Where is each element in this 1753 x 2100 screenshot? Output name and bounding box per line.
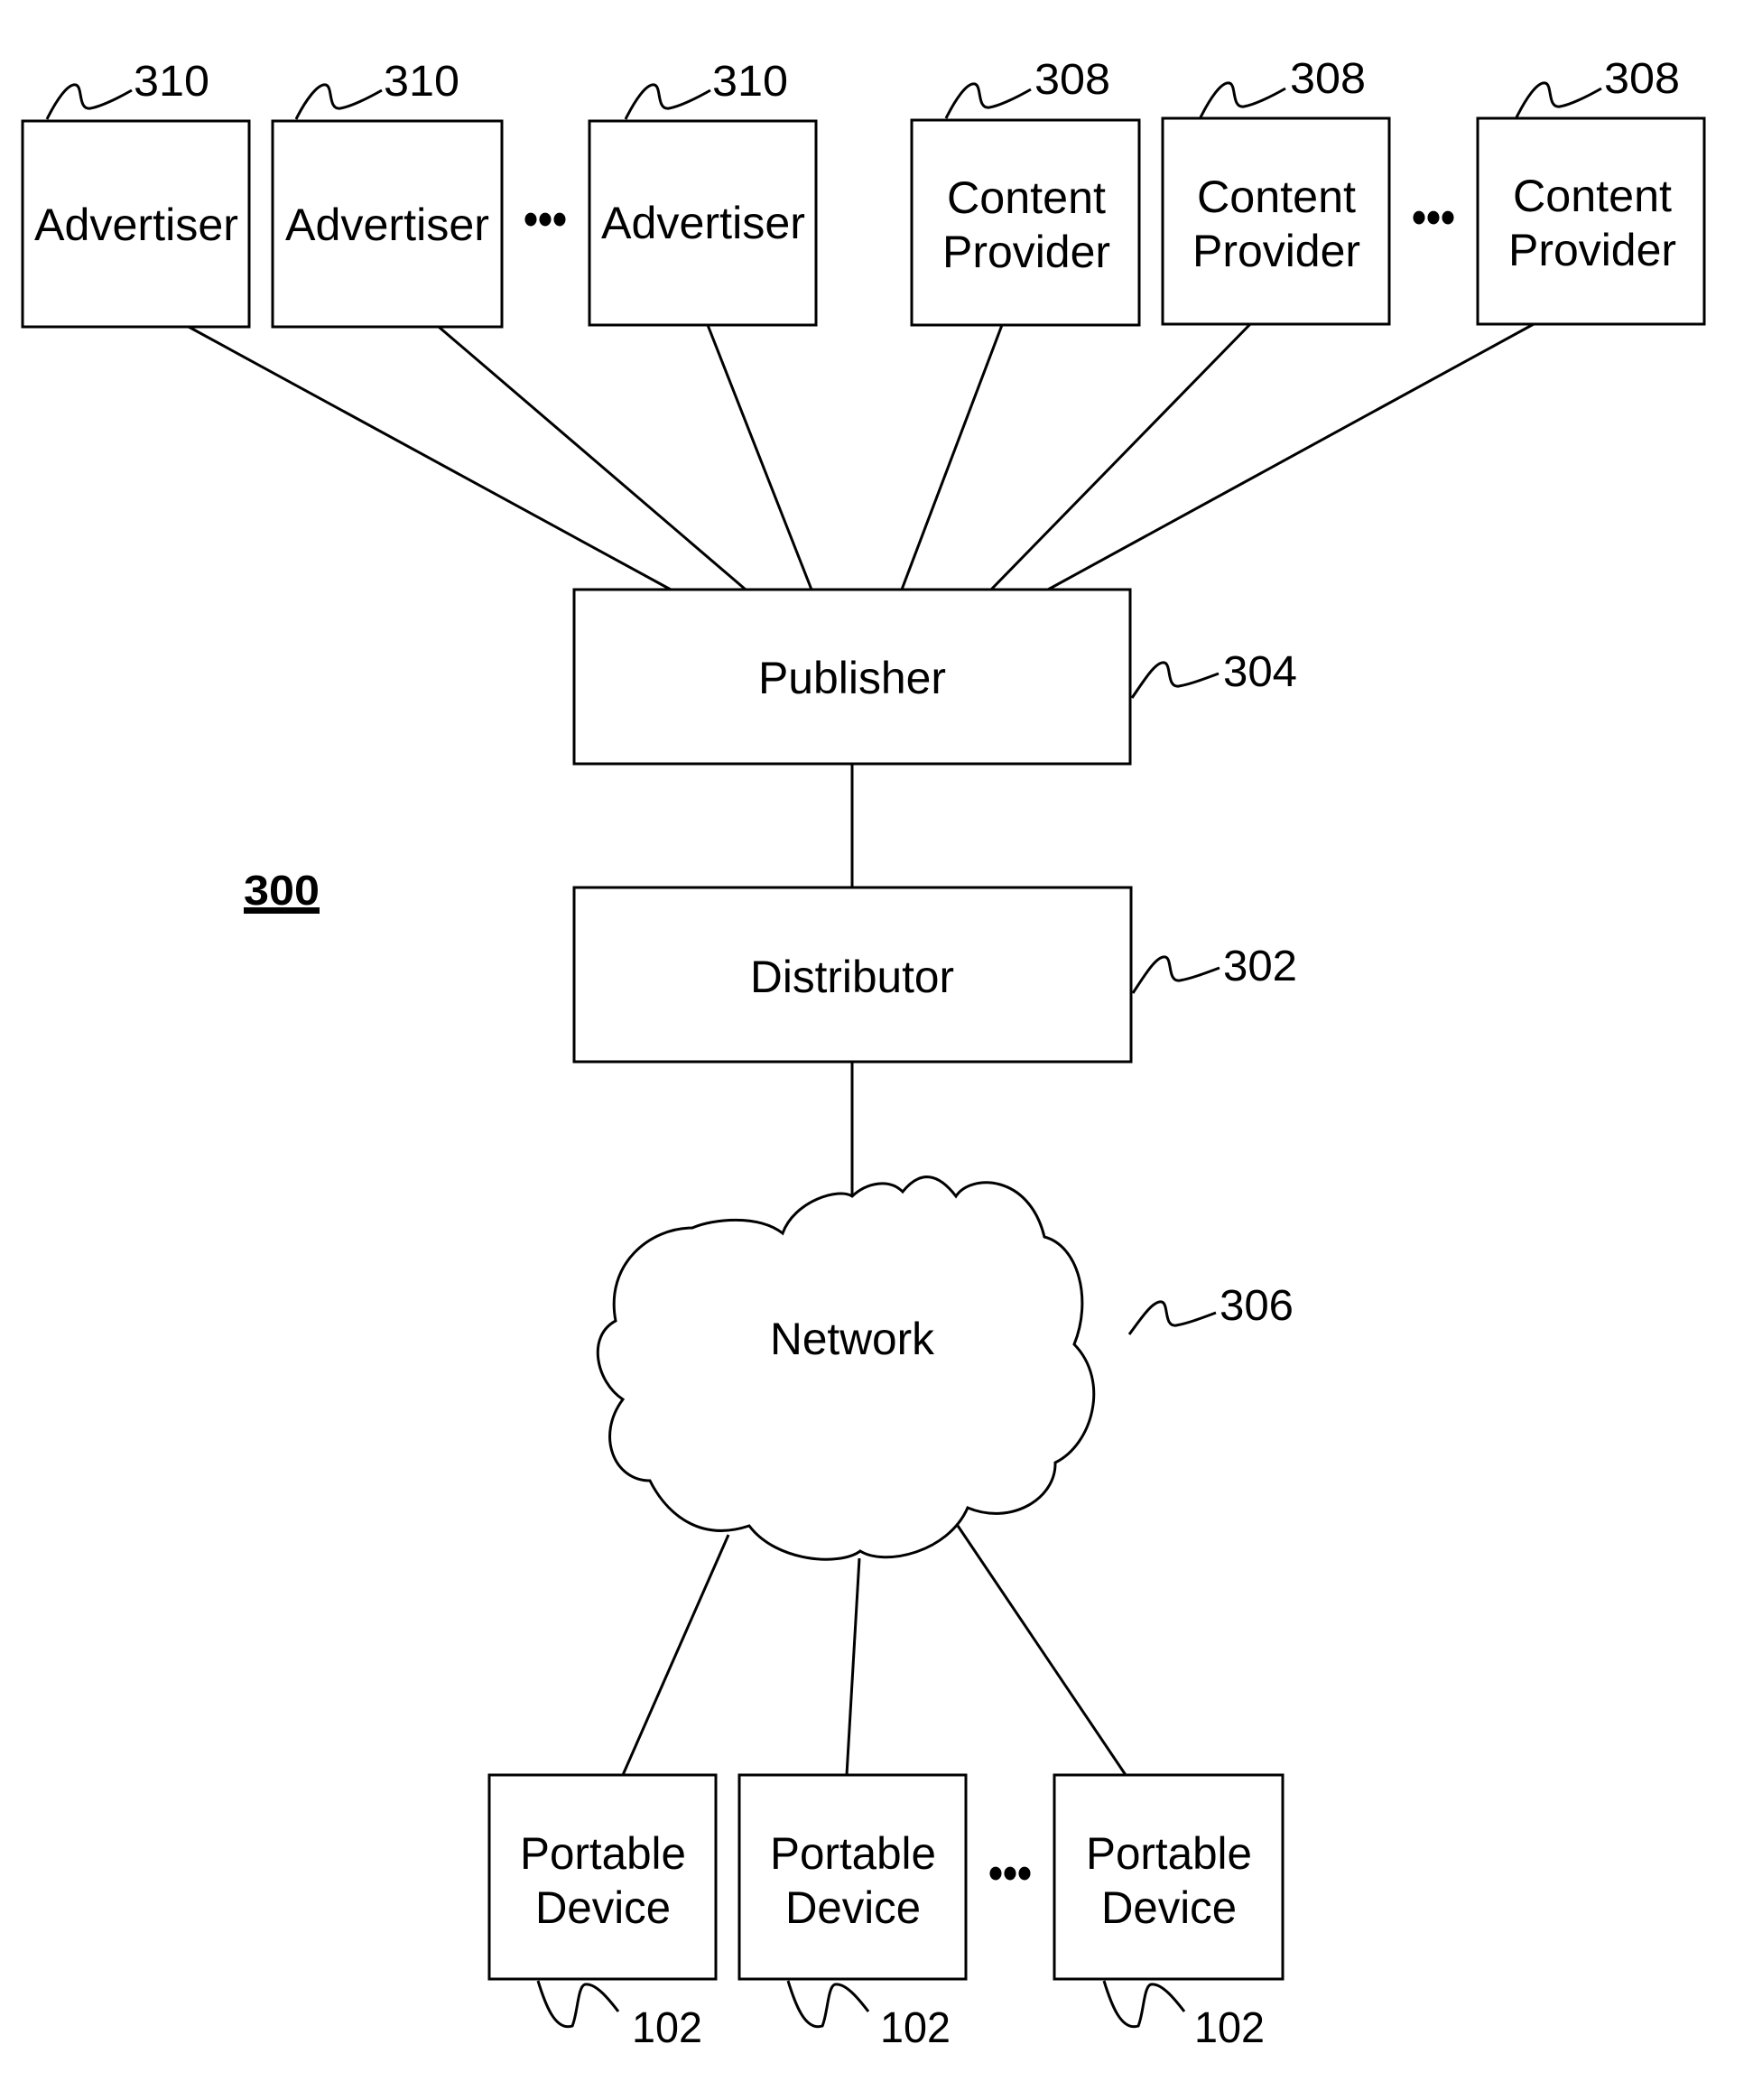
edge-content-provider-1-publisher bbox=[900, 324, 1004, 590]
edge-advertiser-2-publisher bbox=[438, 325, 747, 591]
content-provider-label-line1: Content bbox=[947, 172, 1106, 223]
advertiser-node-3[interactable]: Advertiser 310 bbox=[588, 58, 818, 327]
reference-number: 304 bbox=[1223, 648, 1297, 696]
portable-device-label-line1: Portable bbox=[520, 1828, 686, 1879]
system-diagram: Advertiser 310 Advertiser 310 ••• Advert… bbox=[21, 55, 1706, 2052]
leader-line-icon bbox=[1515, 81, 1602, 118]
edge-advertiser-1-publisher bbox=[188, 325, 672, 591]
cloud-icon bbox=[596, 1175, 1096, 1561]
content-provider-label-line2: Provider bbox=[942, 227, 1110, 277]
reference-number: 102 bbox=[1194, 2004, 1265, 2052]
network-node[interactable]: Network 306 bbox=[596, 1175, 1294, 1561]
reference-number: 308 bbox=[1290, 55, 1366, 103]
publisher-label: Publisher bbox=[758, 653, 946, 703]
portable-device-label-line1: Portable bbox=[1086, 1828, 1252, 1879]
edges-top bbox=[188, 322, 1535, 591]
advertiser-label: Advertiser bbox=[285, 200, 489, 250]
portable-device-label-line2: Device bbox=[535, 1882, 671, 1933]
leader-line-icon bbox=[1199, 81, 1286, 118]
distributor-label: Distributor bbox=[750, 952, 954, 1002]
content-provider-label-line1: Content bbox=[1197, 172, 1356, 222]
reference-number: 302 bbox=[1223, 943, 1297, 990]
advertiser-label: Advertiser bbox=[34, 200, 238, 250]
content-provider-label-line2: Provider bbox=[1192, 226, 1360, 276]
portable-device-node-3[interactable]: Portable Device 102 bbox=[1053, 1773, 1285, 2052]
edge-advertiser-3-publisher bbox=[706, 324, 813, 590]
edge-network-device-2 bbox=[845, 1557, 861, 1776]
portable-device-ellipsis: ••• bbox=[988, 1847, 1032, 1900]
leader-line-icon bbox=[294, 83, 383, 120]
figure-number: 300 bbox=[244, 867, 320, 914]
content-provider-label-line1: Content bbox=[1513, 171, 1672, 221]
leader-line-icon bbox=[1130, 661, 1220, 699]
advertiser-label: Advertiser bbox=[601, 198, 805, 248]
reference-number: 308 bbox=[1034, 56, 1110, 104]
advertiser-node-1[interactable]: Advertiser 310 bbox=[21, 58, 251, 329]
portable-device-node-1[interactable]: Portable Device 102 bbox=[487, 1773, 718, 2052]
leader-line-icon bbox=[536, 1980, 620, 2029]
content-provider-label-line2: Provider bbox=[1508, 225, 1676, 275]
portable-device-label-line2: Device bbox=[1101, 1882, 1237, 1933]
network-label: Network bbox=[770, 1314, 935, 1364]
portable-device-node-2[interactable]: Portable Device 102 bbox=[737, 1773, 968, 2052]
leader-line-icon bbox=[1102, 1980, 1186, 2029]
reference-number: 308 bbox=[1604, 55, 1680, 103]
reference-number: 102 bbox=[632, 2004, 702, 2052]
distributor-node[interactable]: Distributor 302 bbox=[572, 886, 1297, 1064]
edge-network-device-3 bbox=[951, 1517, 1127, 1776]
leader-line-icon bbox=[786, 1980, 870, 2029]
leader-line-icon bbox=[944, 82, 1032, 119]
reference-number: 310 bbox=[384, 58, 459, 106]
portable-device-label-line1: Portable bbox=[770, 1828, 936, 1879]
leader-line-icon bbox=[1131, 955, 1220, 994]
leader-line-icon bbox=[45, 83, 133, 120]
edge-network-device-1 bbox=[621, 1534, 730, 1776]
content-provider-node-2[interactable]: Content Provider 308 bbox=[1161, 55, 1391, 326]
reference-number: 306 bbox=[1220, 1282, 1294, 1330]
reference-number: 310 bbox=[134, 58, 209, 106]
content-provider-ellipsis: ••• bbox=[1412, 191, 1455, 244]
reference-number: 102 bbox=[880, 2004, 951, 2052]
content-provider-node-3[interactable]: Content Provider 308 bbox=[1476, 55, 1706, 326]
leader-line-icon bbox=[624, 83, 711, 120]
reference-number: 310 bbox=[712, 58, 788, 106]
content-provider-node-1[interactable]: Content Provider 308 bbox=[910, 56, 1141, 327]
leader-line-icon bbox=[1127, 1300, 1217, 1335]
advertiser-ellipsis: ••• bbox=[524, 193, 567, 246]
publisher-node[interactable]: Publisher 304 bbox=[572, 588, 1297, 766]
portable-device-label-line2: Device bbox=[785, 1882, 921, 1933]
advertiser-node-2[interactable]: Advertiser 310 bbox=[271, 58, 504, 329]
